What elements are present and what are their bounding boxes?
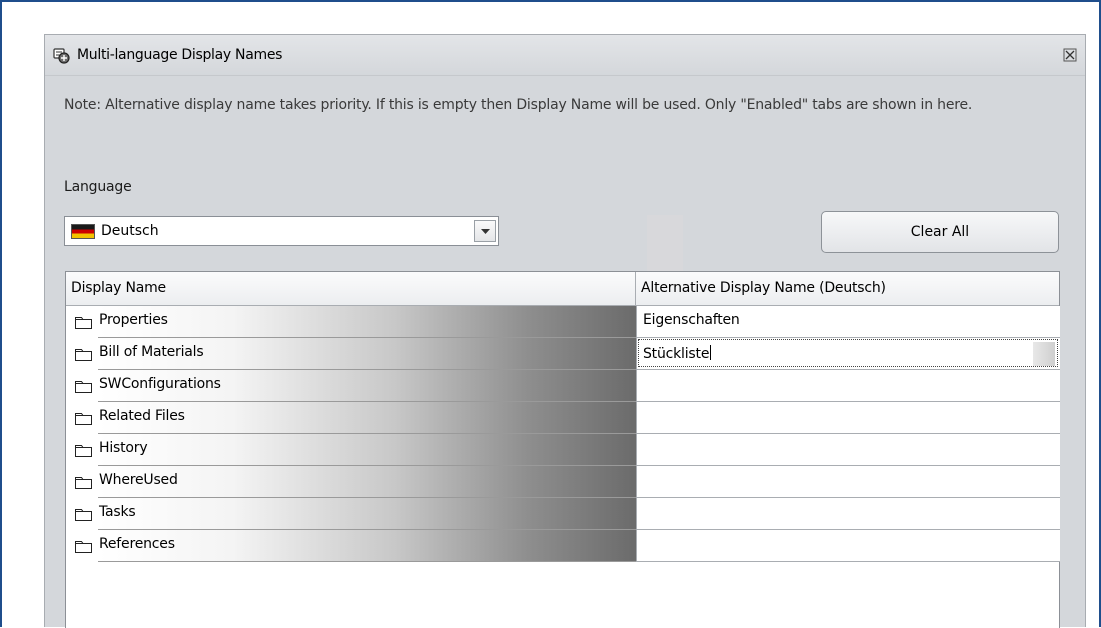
note-text: Note: Alternative display name takes pri… [64,97,973,113]
alternative-name-text: Stückliste [643,346,710,362]
alternative-name-cell[interactable] [636,498,1060,530]
folder-icon [75,538,92,553]
alternative-name-cell[interactable] [636,402,1060,434]
multi-language-dialog: Multi-language Display Names Note: Alter… [44,34,1086,628]
folder-icon [75,410,92,425]
chevron-down-icon [481,229,490,234]
decorative-shade [647,215,683,275]
table-row[interactable]: WhereUsed [66,466,1060,498]
close-icon[interactable] [1063,47,1077,62]
display-name-text: SWConfigurations [99,376,221,392]
folder-icon [75,346,92,361]
alternative-name-cell[interactable] [636,466,1060,498]
display-name-cell: SWConfigurations [66,370,636,402]
alternative-name-cell[interactable] [636,530,1060,562]
folder-icon [75,314,92,329]
display-names-grid: Display Name Alternative Display Name (D… [65,271,1060,628]
clear-all-button[interactable]: Clear All [821,211,1059,253]
language-label: Language [64,179,132,195]
table-row[interactable]: Related Files [66,402,1060,434]
display-name-text: Tasks [99,504,136,520]
display-name-text: Related Files [99,408,185,424]
table-row[interactable]: Properties Eigenschaften [66,306,1060,338]
editor-handle[interactable] [1033,342,1055,366]
display-name-text: Properties [99,312,168,328]
display-name-text: Bill of Materials [99,344,204,360]
folder-icon [75,506,92,521]
multi-language-icon [53,47,71,65]
display-name-text: References [99,536,175,552]
alternative-name-cell[interactable]: Eigenschaften [636,306,1060,338]
language-dropdown[interactable]: Deutsch [64,216,499,246]
alternative-name-cell[interactable]: Stückliste [636,338,1060,370]
title-bar[interactable]: Multi-language Display Names [45,35,1085,76]
column-header-display-name[interactable]: Display Name [66,272,636,305]
alternative-name-cell[interactable] [636,370,1060,402]
table-row[interactable]: References [66,530,1060,562]
alternative-name-text: Eigenschaften [643,312,740,328]
german-flag-icon [71,224,95,239]
dialog-title: Multi-language Display Names [77,47,283,63]
alternative-name-cell[interactable] [636,434,1060,466]
display-name-cell: Tasks [66,498,636,530]
table-row[interactable]: SWConfigurations [66,370,1060,402]
grid-header: Display Name Alternative Display Name (D… [66,272,1059,306]
alternative-name-input[interactable]: Stückliste [638,339,1058,367]
display-name-cell: Bill of Materials [66,338,636,370]
folder-icon [75,378,92,393]
folder-icon [75,442,92,457]
display-name-cell: WhereUsed [66,466,636,498]
table-row[interactable]: History [66,434,1060,466]
dropdown-button[interactable] [474,220,496,242]
display-name-cell: Related Files [66,402,636,434]
table-row[interactable]: Tasks [66,498,1060,530]
table-row[interactable]: Bill of Materials Stückliste [66,338,1060,370]
language-value: Deutsch [101,223,159,239]
display-name-cell: History [66,434,636,466]
text-caret [710,345,712,360]
folder-icon [75,474,92,489]
display-name-text: History [99,440,148,456]
column-header-alternative-name[interactable]: Alternative Display Name (Deutsch) [636,272,1060,305]
display-name-cell: References [66,530,636,562]
display-name-cell: Properties [66,306,636,338]
display-name-text: WhereUsed [99,472,178,488]
